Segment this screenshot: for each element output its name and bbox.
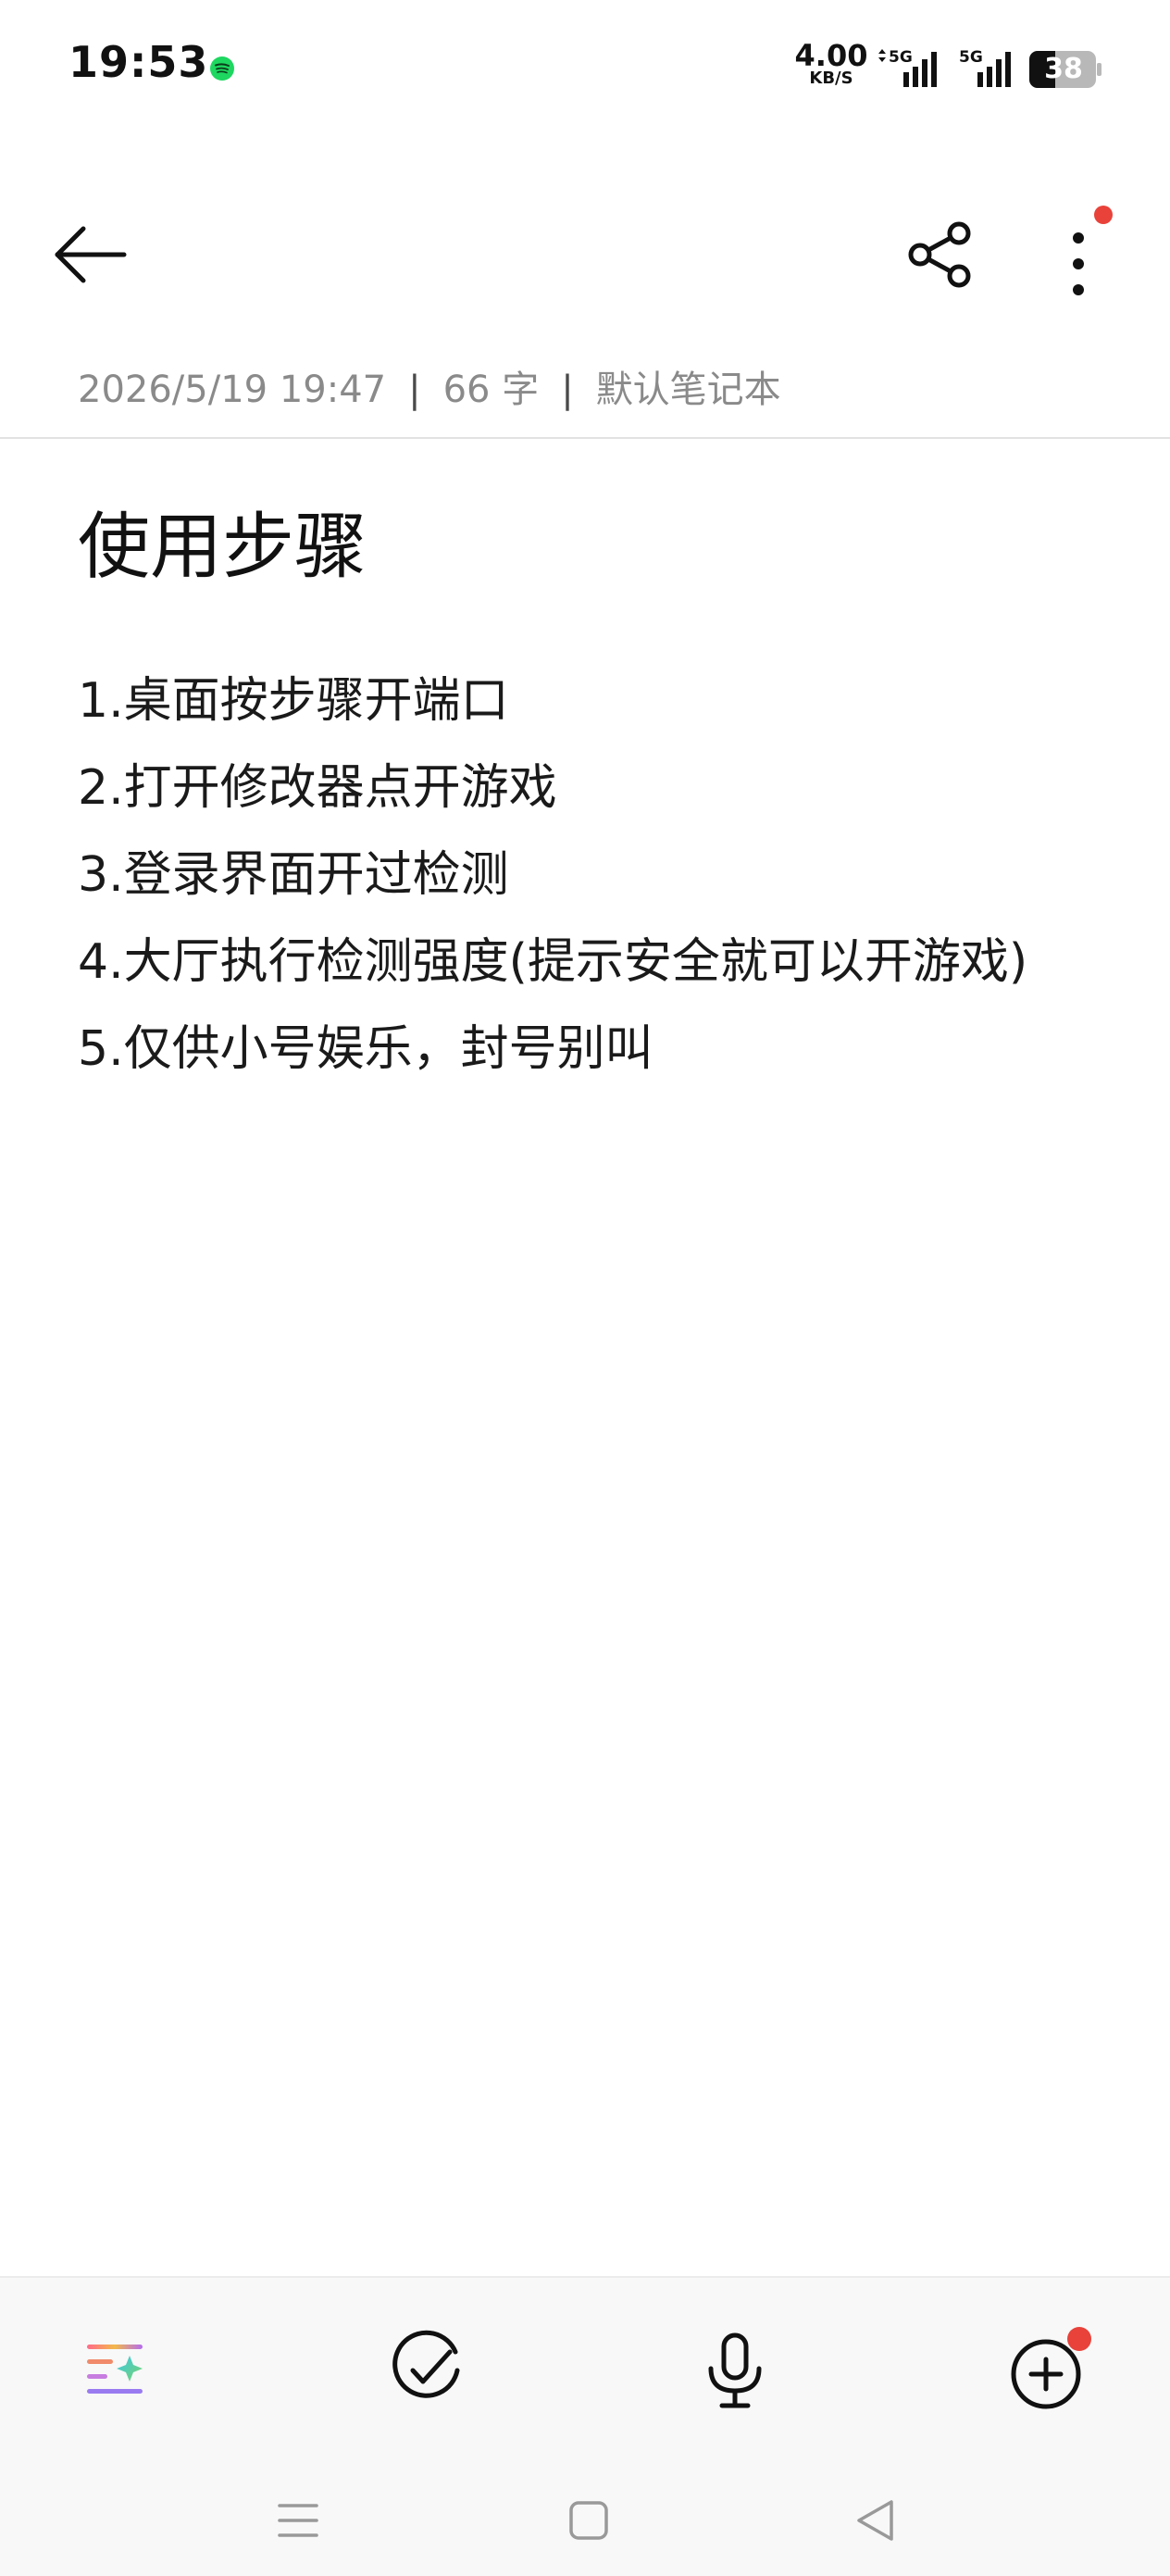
note-word-count: 66 字 [442, 369, 540, 411]
divider [0, 437, 1170, 439]
share-button[interactable] [898, 213, 981, 296]
notification-badge [1094, 206, 1113, 224]
note-body[interactable]: 1.桌面按步骤开端口 2.打开修改器点开游戏 3.登录界面开过检测 4.大厅执行… [78, 657, 1151, 1093]
battery-level: 38 [1044, 53, 1083, 85]
microphone-icon [708, 2332, 762, 2408]
notebook-name[interactable]: 默认笔记本 [596, 369, 781, 411]
status-bar: 19:53 4.00 KB/S 5G 5G 38 [0, 0, 1170, 139]
note-line[interactable]: 5.仅供小号娱乐，封号别叫 [78, 1006, 1151, 1093]
back-triangle-icon [857, 2500, 893, 2541]
note-toolbar [0, 176, 1170, 315]
note-line[interactable]: 2.打开修改器点开游戏 [78, 744, 1151, 832]
signal-2-label: 5G [959, 48, 983, 67]
meta-separator: | [561, 369, 574, 411]
status-time: 19:53 [68, 37, 209, 87]
signal-5g-icon: 5G [959, 48, 1011, 87]
recent-apps-button[interactable] [261, 2483, 335, 2557]
signal-1-label: 5G [889, 48, 913, 67]
note-date: 2026/5/19 19:47 [78, 369, 387, 411]
checklist-button[interactable] [380, 2324, 472, 2417]
note-line[interactable]: 3.登录界面开过检测 [78, 832, 1151, 919]
menu-icon [278, 2504, 318, 2537]
note-line[interactable]: 1.桌面按步骤开端口 [78, 657, 1151, 744]
note-title[interactable]: 使用步骤 [78, 489, 367, 593]
system-back-button[interactable] [839, 2483, 913, 2557]
back-button[interactable] [46, 213, 130, 296]
note-line[interactable]: 4.大厅执行检测强度(提示安全就可以开游戏) [78, 919, 1151, 1006]
home-button[interactable] [552, 2483, 626, 2557]
home-square-icon [569, 2501, 608, 2540]
share-icon [908, 221, 971, 288]
signal-5g-data-icon: 5G [878, 48, 937, 87]
add-circle-icon [1011, 2339, 1081, 2409]
ai-format-button[interactable] [70, 2324, 163, 2417]
spotify-icon [210, 56, 234, 81]
add-attachment-button[interactable] [1000, 2324, 1092, 2417]
network-speed: 4.00 KB/S [794, 41, 868, 87]
notification-badge [1067, 2327, 1091, 2351]
more-options-button[interactable] [1037, 204, 1120, 306]
voice-input-button[interactable] [689, 2324, 781, 2417]
bottom-toolbar [0, 2276, 1170, 2576]
arrow-left-icon [55, 226, 127, 283]
more-vertical-icon [1073, 232, 1084, 295]
note-meta: 2026/5/19 19:47 | 66 字 | 默认笔记本 [78, 359, 781, 413]
network-speed-value: 4.00 [794, 38, 868, 73]
ai-format-icon [87, 2345, 143, 2394]
checklist-icon [392, 2330, 460, 2398]
meta-separator: | [408, 369, 421, 411]
